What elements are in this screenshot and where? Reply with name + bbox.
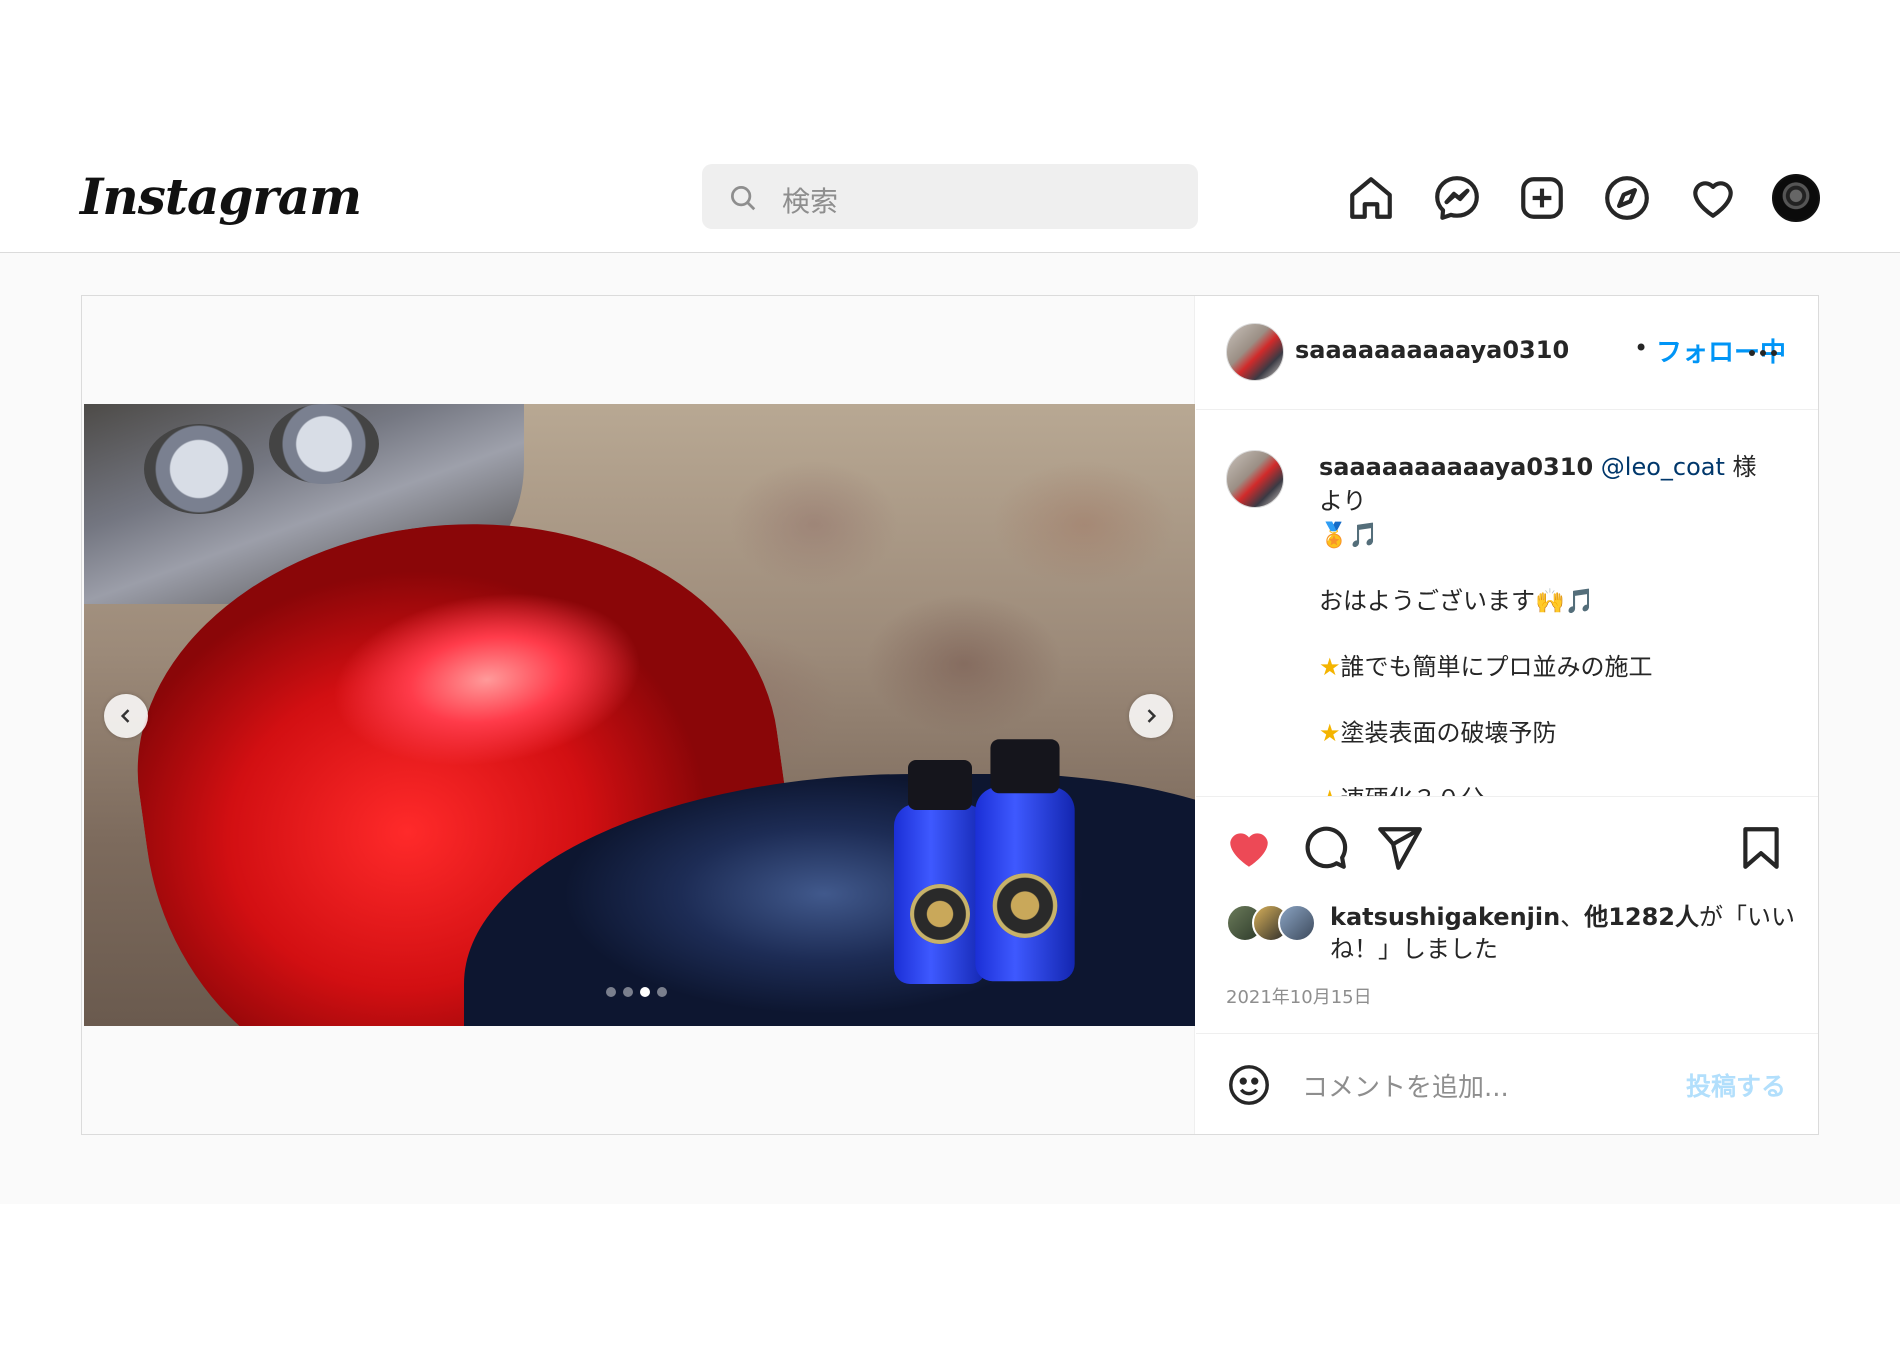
first-liker[interactable]: katsushigakenjin	[1330, 903, 1560, 931]
post-photo[interactable]	[84, 404, 1195, 1026]
separator-dot: •	[1634, 334, 1649, 362]
search-icon	[731, 186, 756, 211]
star-icon: ★	[1319, 719, 1341, 747]
caption-area: saaaaaaaaaaya0310 @leo_coat 様より 🏅🎵 おはようご…	[1196, 410, 1818, 796]
carousel-prev-button[interactable]	[104, 694, 148, 738]
caption-username[interactable]: saaaaaaaaaaya0310	[1319, 453, 1593, 481]
photo-gauge	[269, 404, 379, 484]
share-icon[interactable]	[1374, 823, 1424, 873]
save-bookmark-icon[interactable]	[1736, 823, 1786, 873]
new-post-icon[interactable]	[1517, 173, 1567, 223]
photo-bottle	[894, 760, 986, 984]
post-media-area	[82, 296, 1195, 1134]
emoji-icon[interactable]	[1226, 1062, 1272, 1108]
home-icon[interactable]	[1346, 173, 1396, 223]
chevron-right-icon	[1147, 709, 1157, 723]
caption-emoji-line: 🏅🎵	[1319, 521, 1379, 549]
author-username[interactable]: saaaaaaaaaaya0310	[1295, 336, 1569, 364]
star-icon: ★	[1319, 785, 1341, 796]
carousel-next-button[interactable]	[1129, 694, 1173, 738]
search-box[interactable]: 検索	[702, 164, 1198, 229]
comment-icon[interactable]	[1299, 823, 1349, 873]
carousel-indicator	[606, 987, 667, 997]
instagram-logo[interactable]: Instagram	[80, 167, 362, 226]
caption-point: ★誰でも簡単にプロ並みの施工	[1319, 653, 1653, 681]
carousel-dot	[640, 987, 650, 997]
post-header: saaaaaaaaaaya0310 • フォロー中	[1196, 296, 1818, 410]
caption-greeting: おはようございます🙌🎵	[1319, 587, 1595, 615]
liker-avatars[interactable]	[1226, 904, 1336, 944]
search-placeholder[interactable]: 検索	[782, 180, 838, 220]
carousel-dot	[623, 987, 633, 997]
caption-point: ★塗装表面の破壊予防	[1319, 719, 1557, 747]
profile-avatar[interactable]	[1772, 174, 1820, 222]
top-nav-bar: Instagram 検索	[0, 145, 1900, 253]
likes-text: katsushigakenjin、他1282人が「いいね！」しました	[1330, 903, 1795, 963]
photo-gauge	[144, 424, 254, 514]
like-heart-icon[interactable]	[1224, 823, 1274, 873]
caption-text: saaaaaaaaaaya0310 @leo_coat 様より 🏅🎵 おはようご…	[1319, 450, 1779, 796]
comment-bar: コメントを追加... 投稿する	[1196, 1033, 1818, 1134]
post-sidebar: saaaaaaaaaaya0310 • フォロー中 saaaaaaaaaaya0…	[1196, 296, 1818, 1134]
post-comment-button[interactable]: 投稿する	[1686, 1067, 1786, 1103]
chevron-left-icon	[120, 709, 130, 723]
author-avatar[interactable]	[1226, 323, 1284, 381]
likes-summary: katsushigakenjin、他1282人が「いいね！」しました	[1226, 901, 1796, 971]
more-options-icon[interactable]	[1749, 341, 1789, 356]
post-actions	[1196, 796, 1818, 896]
post-date[interactable]: 2021年10月15日	[1226, 983, 1372, 1009]
carousel-dot	[657, 987, 667, 997]
photo-bottle	[975, 739, 1075, 982]
explore-icon[interactable]	[1602, 173, 1652, 223]
post-card: saaaaaaaaaaya0310 • フォロー中 saaaaaaaaaaya0…	[81, 295, 1819, 1135]
comment-input[interactable]: コメントを追加...	[1302, 1067, 1509, 1104]
caption-mention[interactable]: @leo_coat	[1601, 453, 1725, 481]
caption-avatar[interactable]	[1226, 450, 1284, 508]
star-icon: ★	[1319, 653, 1341, 681]
activity-heart-icon[interactable]	[1688, 173, 1738, 223]
others-count[interactable]: 他1282人	[1584, 903, 1699, 931]
messenger-icon[interactable]	[1432, 173, 1482, 223]
carousel-dot	[606, 987, 616, 997]
caption-point: ★速硬化３０分	[1319, 782, 1779, 796]
